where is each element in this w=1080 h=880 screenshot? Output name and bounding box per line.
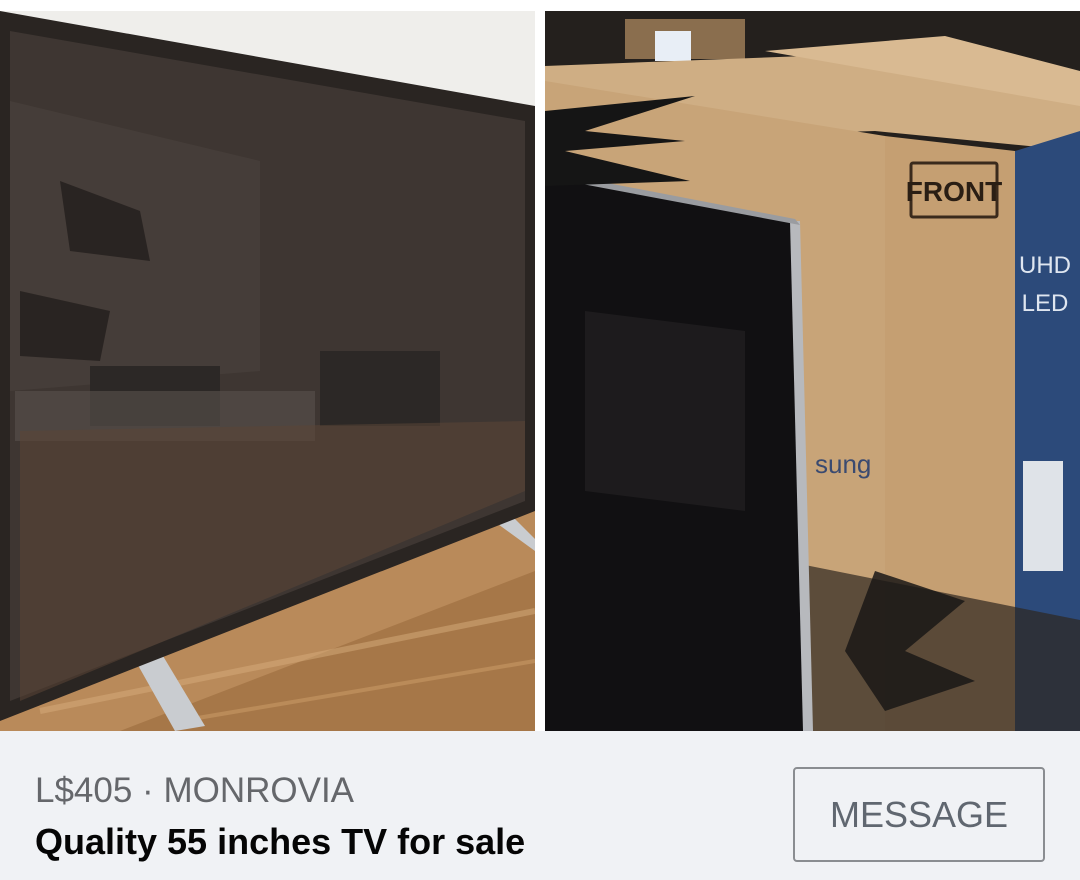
tv-in-front-of-boxes-photo[interactable]: FRONT UHD LED sung: [545, 11, 1080, 731]
box-brand-text: sung: [815, 449, 871, 479]
price-location-line: L$405 · MONROVIA: [35, 771, 354, 811]
listing-location: MONROVIA: [163, 771, 355, 810]
message-button[interactable]: MESSAGE: [793, 767, 1045, 862]
price-separator: ·: [132, 771, 164, 810]
box-uhd-text: UHD: [1019, 252, 1071, 279]
marketplace-listing-card[interactable]: FRONT UHD LED sung L$405 · MONROVIA Qual…: [0, 0, 1080, 880]
listing-title[interactable]: Quality 55 inches TV for sale: [35, 821, 525, 863]
box-led-text: LED: [1022, 290, 1069, 317]
listing-price: L$405: [35, 771, 133, 810]
photo-gallery: FRONT UHD LED sung: [0, 0, 1080, 731]
box-front-label: FRONT: [906, 176, 1002, 207]
listing-info-bar: L$405 · MONROVIA Quality 55 inches TV fo…: [0, 731, 1080, 880]
tv-on-table-photo[interactable]: [0, 11, 535, 731]
